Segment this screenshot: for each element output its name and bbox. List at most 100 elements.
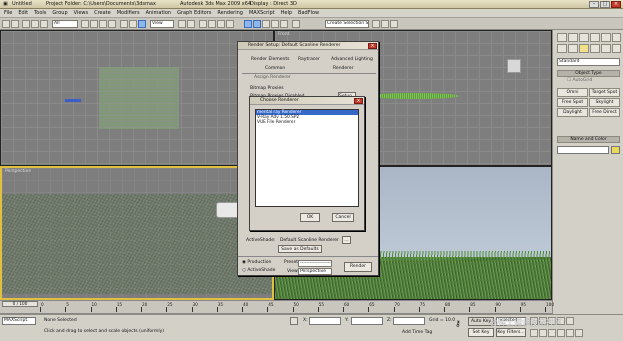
shapes-icon[interactable] <box>568 44 578 53</box>
unlink-icon[interactable] <box>31 20 39 28</box>
snap-toggle-icon[interactable] <box>199 20 207 28</box>
modify-tab-icon[interactable] <box>568 33 578 42</box>
hierarchy-tab-icon[interactable] <box>579 33 589 42</box>
menu-item-create[interactable]: Create <box>94 10 111 16</box>
cancel-button[interactable]: Cancel <box>332 213 354 222</box>
menu-item-file[interactable]: File <box>4 10 12 16</box>
menu-item-graph-editors[interactable]: Graph Editors <box>177 10 211 16</box>
choose-renderer-close-button[interactable]: × <box>354 98 363 104</box>
geometry-icon[interactable] <box>557 44 567 53</box>
helpers-icon[interactable] <box>601 44 611 53</box>
zoom-extents-icon[interactable] <box>548 329 556 337</box>
menu-item-tools[interactable]: Tools <box>34 10 46 16</box>
menu-item-maxscript[interactable]: MAXScript <box>249 10 275 16</box>
material-editor-icon[interactable] <box>292 20 300 28</box>
viewport-front-label[interactable]: Front <box>278 32 289 37</box>
select-manipulate-icon[interactable] <box>187 20 195 28</box>
zoom-icon[interactable] <box>530 329 538 337</box>
utilities-tab-icon[interactable] <box>612 33 621 42</box>
name-color-rollout[interactable]: Name and Color <box>557 136 620 143</box>
tab-renderer[interactable]: Renderer <box>333 66 354 71</box>
display-tab-icon[interactable] <box>601 33 611 42</box>
light-button-daylight[interactable]: Daylight <box>557 108 588 117</box>
render-setup-icon[interactable] <box>372 20 380 28</box>
activeshade-choose-button[interactable]: … <box>342 236 351 244</box>
minimize-button[interactable]: – <box>589 1 599 8</box>
production-radio[interactable]: ◉ Production <box>242 260 271 265</box>
zoom-all-icon[interactable] <box>539 329 547 337</box>
reference-coord-dropdown[interactable]: View <box>150 20 174 28</box>
cameras-icon[interactable] <box>590 44 600 53</box>
redo-icon[interactable] <box>11 20 19 28</box>
render-setup-close-button[interactable]: × <box>368 43 377 49</box>
save-defaults-button[interactable]: Save as Defaults <box>278 245 322 253</box>
bitmap-proxies-rollout[interactable]: Bitmap Proxies <box>250 86 284 91</box>
select-object-icon[interactable] <box>81 20 89 28</box>
key-mode-icon[interactable]: ⚷ <box>455 319 461 328</box>
go-to-end-icon[interactable] <box>566 317 574 325</box>
select-by-name-icon[interactable] <box>90 20 98 28</box>
viewport-perspective[interactable]: Perspective <box>0 166 274 300</box>
rect-selection-icon[interactable] <box>99 20 107 28</box>
motion-tab-icon[interactable] <box>590 33 600 42</box>
orbit-icon[interactable] <box>566 329 574 337</box>
menu-item-rendering[interactable]: Rendering <box>217 10 243 16</box>
set-key-button[interactable]: Set Key <box>468 328 494 337</box>
name-field[interactable] <box>557 146 609 154</box>
y-field[interactable] <box>351 317 383 325</box>
render-button[interactable]: Render <box>344 262 372 272</box>
z-field[interactable] <box>393 317 425 325</box>
select-scale-icon[interactable] <box>138 20 146 28</box>
pivot-center-icon[interactable] <box>178 20 186 28</box>
light-button-free-direct[interactable]: Free Direct <box>589 108 620 117</box>
viewport-perspective-label[interactable]: Perspective <box>5 169 31 174</box>
viewport-top[interactable] <box>0 30 274 166</box>
angle-snap-icon[interactable] <box>208 20 216 28</box>
timeline[interactable]: 0 / 100 0 5 10 15 20 25 30 35 40 45 50 55 60 65 70 75 80… <box>0 300 554 314</box>
color-swatch[interactable] <box>611 146 620 154</box>
curve-editor-icon[interactable] <box>271 20 279 28</box>
percent-snap-icon[interactable] <box>217 20 225 28</box>
tab-common[interactable]: Common <box>265 66 285 71</box>
autogrid-checkbox[interactable]: ☐ AutoGrid <box>567 78 592 83</box>
spinner-snap-icon[interactable] <box>226 20 234 28</box>
create-tab-icon[interactable] <box>557 33 567 42</box>
menu-item-badflow[interactable]: BadFlow <box>298 10 319 16</box>
quick-render-icon[interactable] <box>390 20 398 28</box>
ok-button[interactable]: OK <box>300 213 320 222</box>
assign-renderer-rollout[interactable]: Assign Renderer <box>254 75 291 80</box>
window-crossing-icon[interactable] <box>108 20 116 28</box>
systems-icon[interactable] <box>612 44 621 53</box>
maximize-button[interactable]: □ <box>600 1 610 8</box>
tab-render-elements[interactable]: Render Elements <box>251 57 289 62</box>
light-button-target-spot[interactable]: Target Spot <box>589 88 620 97</box>
key-filters-button[interactable]: Key Filters... <box>496 328 526 337</box>
selection-filter-dropdown[interactable]: All <box>52 20 78 28</box>
align-icon[interactable] <box>253 20 261 28</box>
schematic-view-icon[interactable] <box>280 20 288 28</box>
menu-item-edit[interactable]: Edit <box>18 10 28 16</box>
link-icon[interactable] <box>22 20 30 28</box>
undo-icon[interactable] <box>2 20 10 28</box>
selection-set-dropdown[interactable]: Create Selection Set <box>325 20 369 28</box>
renderer-list[interactable]: mental ray Renderer V-Ray Adv 1.50.SP2 VUE… <box>255 109 359 207</box>
activeshade-radio[interactable]: ○ ActiveShade <box>242 268 275 273</box>
add-time-tag[interactable]: Add Time Tag <box>402 330 432 335</box>
menu-item-animation[interactable]: Animation <box>146 10 172 16</box>
tab-advanced-lighting[interactable]: Advanced Lighting <box>331 57 373 62</box>
time-slider[interactable]: 0 / 100 <box>2 301 38 307</box>
view-dropdown[interactable]: Perspective <box>298 268 332 275</box>
bind-spacewarp-icon[interactable] <box>40 20 48 28</box>
pan-icon[interactable] <box>557 329 565 337</box>
rendered-frame-icon[interactable] <box>381 20 389 28</box>
lights-icon[interactable] <box>579 44 589 53</box>
renderer-list-item[interactable]: VUE File Renderer <box>256 120 358 125</box>
light-button-free-spot[interactable]: Free Spot <box>557 98 588 107</box>
menu-item-group[interactable]: Group <box>52 10 67 16</box>
object-type-rollout[interactable]: Object Type <box>557 70 620 77</box>
menu-item-modifiers[interactable]: Modifiers <box>117 10 140 16</box>
menu-item-help[interactable]: Help <box>281 10 292 16</box>
mirror-icon[interactable] <box>244 20 252 28</box>
maximize-viewport-icon[interactable] <box>575 329 583 337</box>
layer-manager-icon[interactable] <box>262 20 270 28</box>
